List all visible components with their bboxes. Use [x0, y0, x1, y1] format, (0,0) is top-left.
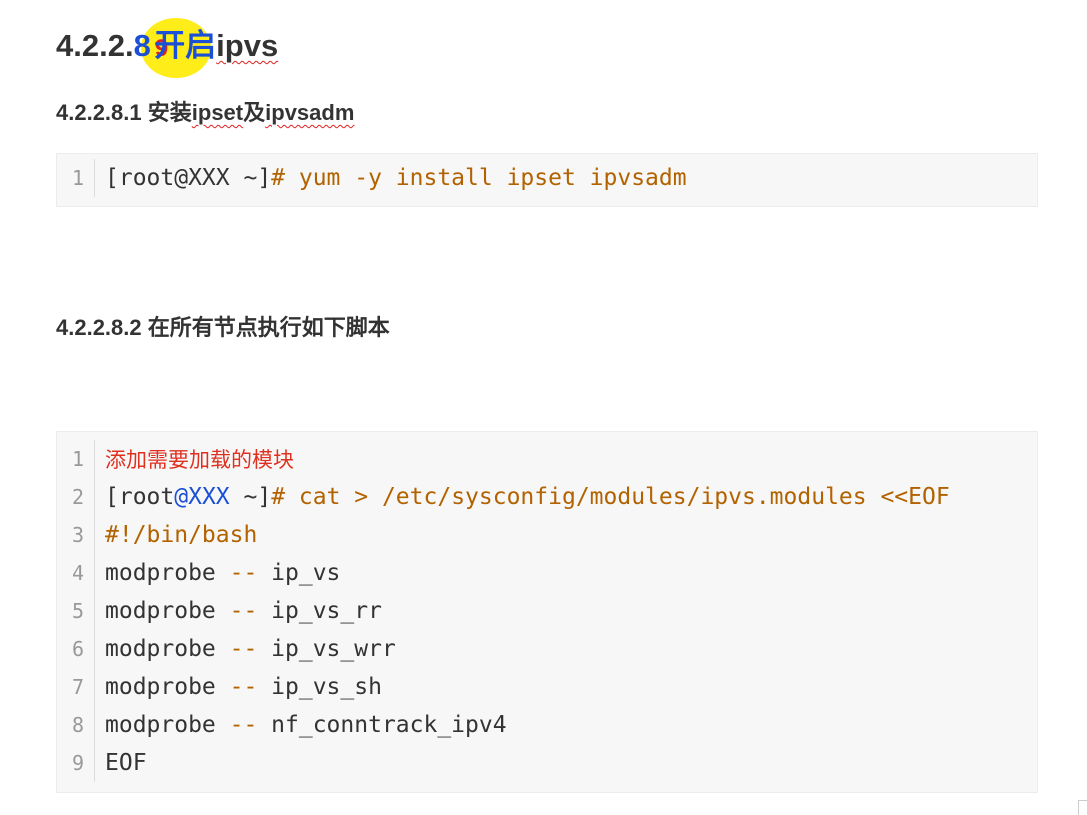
dashes: --: [215, 636, 272, 662]
line-number: 1: [57, 440, 95, 478]
line-number: 5: [57, 592, 95, 630]
page-heading: 4.2.2.8 9开启ipvs: [56, 20, 278, 65]
code-line: 3 #!/bin/bash: [57, 516, 1037, 554]
prompt-part: ~]: [229, 484, 272, 510]
section1-number: 4.2.2.8.1: [56, 100, 148, 125]
heading-title-en: ipvs: [216, 28, 279, 63]
code-line: 6 modprobe -- ip_vs_wrr: [57, 630, 1037, 668]
code-text: [root@XXX ~]# yum -y install ipset ipvsa…: [95, 165, 687, 191]
section1-cn1: 安装: [147, 100, 192, 125]
code-line: 8 modprobe -- nf_conntrack_ipv4: [57, 706, 1037, 744]
code-line: 5 modprobe -- ip_vs_rr: [57, 592, 1037, 630]
line-number: 4: [57, 554, 95, 592]
resize-corner: [1078, 800, 1087, 815]
code-line: 4 modprobe -- ip_vs: [57, 554, 1037, 592]
code-text: modprobe -- ip_vs_sh: [95, 674, 382, 700]
code-line: 1 添加需要加载的模块: [57, 440, 1037, 478]
code-text: modprobe -- ip_vs: [95, 560, 340, 586]
shell-prompt: [root@XXX ~]: [105, 165, 272, 191]
modprobe-cmd: modprobe: [105, 712, 216, 738]
line-number: 3: [57, 516, 95, 554]
dashes: --: [215, 674, 272, 700]
line-number: 9: [57, 744, 95, 782]
modprobe-cmd: modprobe: [105, 674, 216, 700]
code-comment: 添加需要加载的模块: [105, 448, 294, 472]
code-line: 7 modprobe -- ip_vs_sh: [57, 668, 1037, 706]
code-block-script[interactable]: 1 添加需要加载的模块 2 [root@XXX ~]# cat > /etc/s…: [56, 431, 1038, 793]
dashes: --: [215, 712, 272, 738]
dashes: --: [215, 598, 272, 624]
shebang: #!/bin/bash: [105, 522, 258, 548]
section-heading-install: 4.2.2.8.1 安装ipset及ipvsadm: [56, 95, 354, 127]
heading-prefix: 4.2.2.: [56, 28, 134, 63]
code-text: modprobe -- ip_vs_rr: [95, 598, 382, 624]
code-text: [root@XXX ~]# cat > /etc/sysconfig/modul…: [95, 484, 950, 510]
shell-command: # cat > /etc/sysconfig/modules/ipvs.modu…: [271, 484, 950, 510]
line-number: 7: [57, 668, 95, 706]
eof-marker: EOF: [105, 750, 147, 776]
module-name: ip_vs: [271, 560, 341, 586]
line-number: 8: [57, 706, 95, 744]
modprobe-cmd: modprobe: [105, 598, 216, 624]
prompt-host: @XXX: [174, 484, 230, 510]
module-name: ip_vs_wrr: [271, 636, 396, 662]
prompt-part: [root: [105, 484, 175, 510]
heading-title-cn: 开启: [154, 28, 217, 63]
modprobe-cmd: modprobe: [105, 560, 216, 586]
shell-command: # yum -y install ipset ipvsadm: [271, 165, 687, 191]
line-number: 2: [57, 478, 95, 516]
code-text: modprobe -- ip_vs_wrr: [95, 636, 396, 662]
module-name: nf_conntrack_ipv4: [271, 712, 507, 738]
section1-cn2: 及: [243, 100, 266, 125]
heading-number: 8: [133, 28, 151, 63]
code-line: 1 [root@XXX ~]# yum -y install ipset ipv…: [57, 159, 1037, 197]
code-block-install[interactable]: 1 [root@XXX ~]# yum -y install ipset ipv…: [56, 153, 1038, 207]
code-line: 2 [root@XXX ~]# cat > /etc/sysconfig/mod…: [57, 478, 1037, 516]
section-heading-script: 4.2.2.8.2 在所有节点执行如下脚本: [56, 315, 390, 340]
section1-en2: ipvsadm: [265, 100, 355, 125]
module-name: ip_vs_rr: [271, 598, 382, 624]
module-name: ip_vs_sh: [271, 674, 382, 700]
line-number: 1: [57, 159, 95, 197]
modprobe-cmd: modprobe: [105, 636, 216, 662]
code-text: modprobe -- nf_conntrack_ipv4: [95, 712, 507, 738]
section1-en1: ipset: [191, 100, 244, 125]
dashes: --: [215, 560, 272, 586]
code-line: 9 EOF: [57, 744, 1037, 782]
line-number: 6: [57, 630, 95, 668]
